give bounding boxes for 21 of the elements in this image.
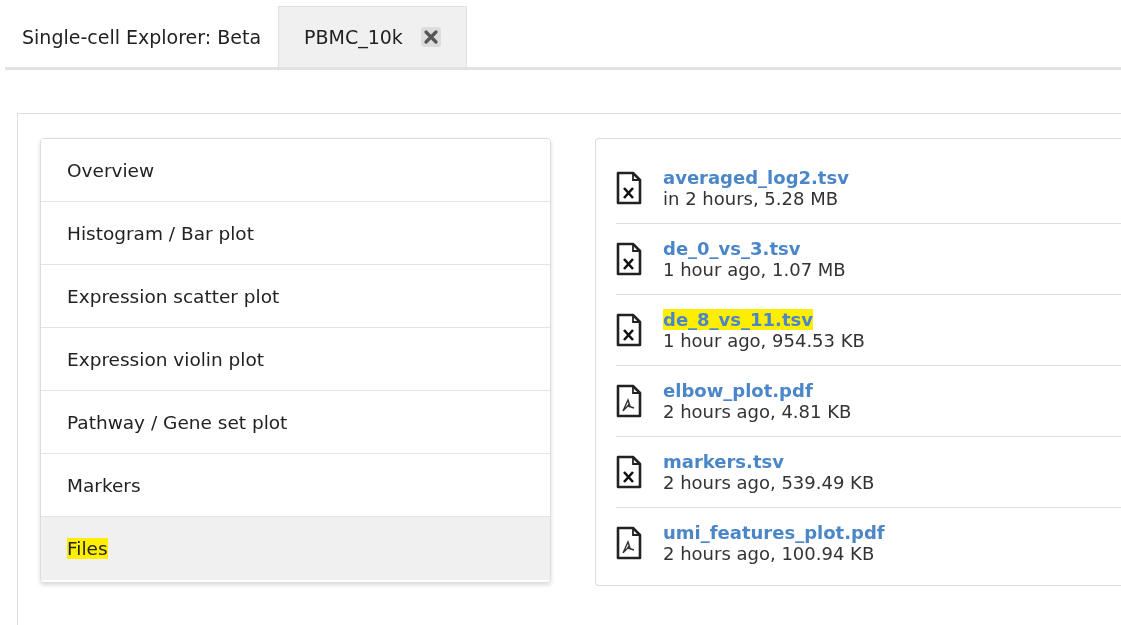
file-info: 2 hours ago, 4.81 KB	[663, 401, 852, 422]
file-link[interactable]: umi_features_plot.pdf	[663, 522, 885, 543]
file-link[interactable]: averaged_log2.tsv	[663, 167, 849, 188]
file-link[interactable]: elbow_plot.pdf	[663, 380, 813, 401]
sidebar-item[interactable]: Expression violin plot	[41, 328, 550, 391]
sidebar-item[interactable]: Overview	[41, 139, 550, 202]
file-link[interactable]: de_0_vs_3.tsv	[663, 238, 801, 259]
file-info: 1 hour ago, 1.07 MB	[663, 259, 846, 280]
file-info: 2 hours ago, 100.94 KB	[663, 543, 876, 564]
sidebar-item[interactable]: Markers	[41, 454, 550, 517]
sidebar-item[interactable]: Expression scatter plot	[41, 265, 550, 328]
file-info: in 2 hours, 5.28 MB	[663, 188, 840, 209]
sidebar-item[interactable]: Histogram / Bar plot	[41, 202, 550, 265]
sidebar-item[interactable]: Files	[41, 517, 550, 580]
tab[interactable]: PBMC_10k	[278, 6, 467, 67]
file-link[interactable]: markers.tsv	[663, 451, 784, 472]
sidebar-item[interactable]: Pathway / Gene set plot	[41, 391, 550, 454]
close-icon[interactable]	[420, 27, 441, 47]
file-info: 1 hour ago, 954.53 KB	[663, 330, 865, 351]
file-info: 2 hours ago, 539.49 KB	[663, 472, 875, 493]
tab[interactable]: Single-cell Explorer: Beta	[5, 6, 279, 67]
